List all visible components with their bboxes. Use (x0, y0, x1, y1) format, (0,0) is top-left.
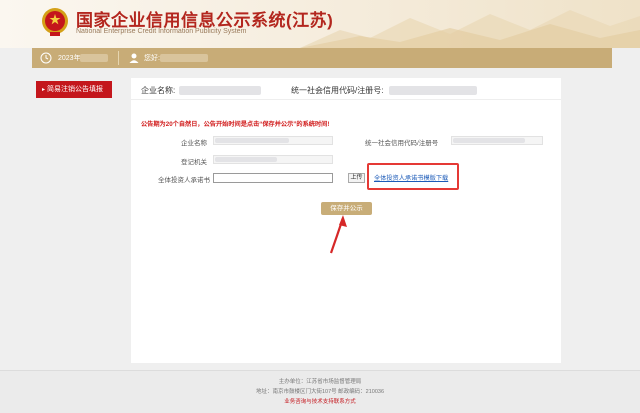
clock-icon (40, 52, 52, 64)
date-redacted (80, 54, 108, 62)
site-header: 国家企业信用信息公示系统(江苏) National Enterprise Cre… (0, 0, 640, 48)
info-bar: 2023年 您好: (32, 48, 612, 68)
mountain-background-decoration (300, 10, 640, 48)
credit-code-field-redacted (453, 138, 525, 143)
save-and-publish-button[interactable]: 保存并公示 (321, 202, 372, 215)
announcement-notice: 公告期为20个自然日，公告开始时间是点击“保存并公示”的系统时间! (141, 121, 330, 128)
divider (118, 51, 119, 65)
form-investor-commitment-label: 全体投资人承诺书 (158, 177, 210, 184)
sidebar-item-label: 简易注销公告填报 (47, 86, 104, 93)
company-name-value-redacted (179, 86, 261, 95)
main-panel: 企业名称: 统一社会信用代码/注册号: 公告期为20个自然日，公告开始时间是点击… (131, 78, 561, 363)
site-subtitle: National Enterprise Credit Information P… (76, 28, 247, 35)
credit-code-value-redacted (389, 86, 477, 95)
company-summary-row: 企业名称: 统一社会信用代码/注册号: (131, 78, 561, 100)
form-company-name-label: 企业名称 (181, 140, 207, 147)
footer-address: 地址：南京市鼓楼区门大街107号 邮政编码：210036 (255, 389, 385, 395)
company-name-field-redacted (215, 138, 289, 143)
user-greeting: 您好: (144, 55, 160, 62)
commitment-template-download-link[interactable]: 全体投资人承诺书模版下载 (374, 173, 448, 182)
site-footer: 主办单位：江苏省市场监督管理局 地址：南京市鼓楼区门大街107号 邮政编码：21… (0, 370, 640, 413)
user-icon (129, 53, 139, 63)
chevron-right-icon: ▸ (42, 87, 46, 93)
investor-commitment-file-input[interactable] (213, 173, 333, 183)
footer-contact-link[interactable]: 业务咨询与技术支持联系方式 (0, 397, 640, 405)
credit-code-label: 统一社会信用代码/注册号: (291, 86, 384, 95)
form-registration-authority-label: 登记机关 (181, 159, 207, 166)
form-credit-code-label: 统一社会信用代码/注册号 (365, 140, 439, 147)
sidebar-item-simple-deregistration[interactable]: ▸ 简易注销公告填报 (36, 81, 112, 98)
registration-authority-field-redacted (215, 157, 277, 162)
company-name-label: 企业名称: (141, 86, 176, 95)
user-name-redacted (160, 54, 208, 62)
upload-button[interactable]: 上传 (348, 173, 365, 183)
national-emblem-icon (42, 8, 68, 36)
footer-sponsor: 主办单位：江苏省市场监督管理局 (278, 379, 362, 385)
date-display: 2023年 (58, 55, 81, 62)
